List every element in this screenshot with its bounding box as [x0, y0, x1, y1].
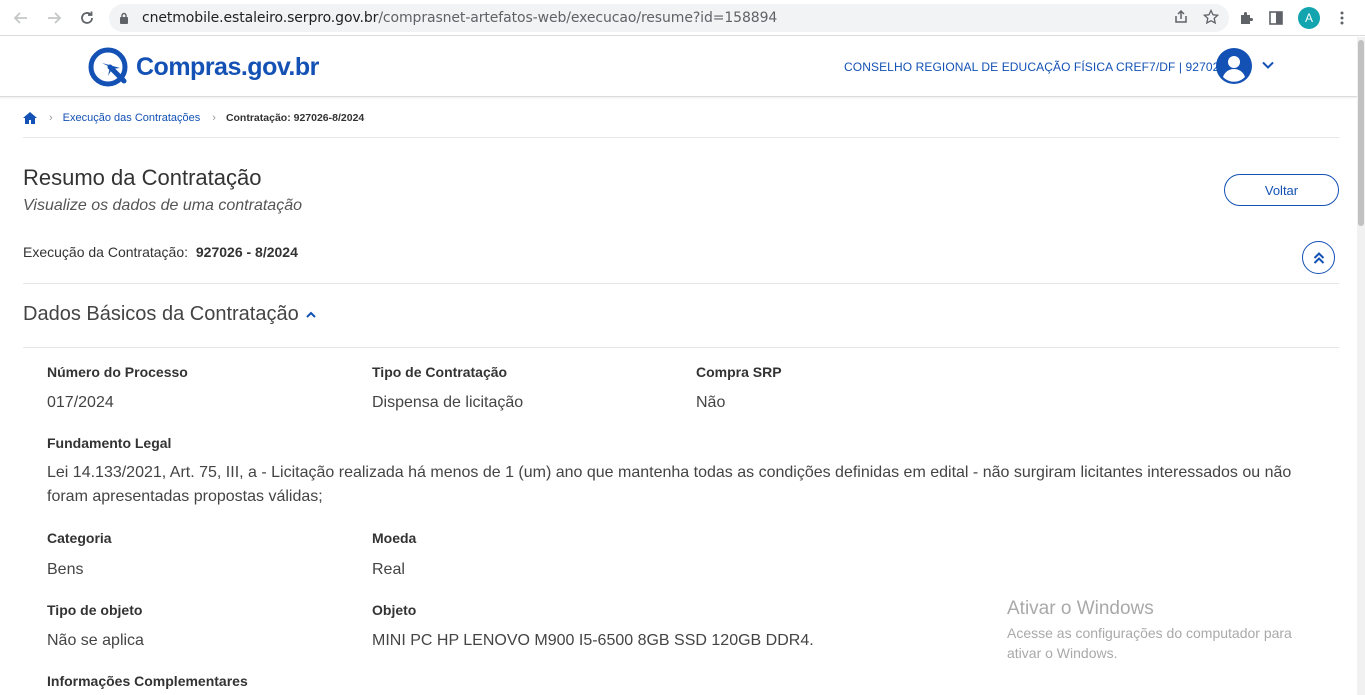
- page-subtitle: Visualize os dados de uma contratação: [23, 197, 302, 214]
- double-chevron-up-icon: [1313, 251, 1324, 264]
- forward-arrow-icon[interactable]: [39, 3, 69, 33]
- lock-icon: [120, 12, 128, 24]
- value-moeda: Real: [372, 561, 405, 578]
- extensions-icon[interactable]: [1238, 10, 1254, 26]
- user-avatar-icon[interactable]: [1216, 48, 1252, 84]
- chevron-right-icon: ›: [49, 112, 53, 124]
- section-title-dados-basicos[interactable]: Dados Básicos da Contratação: [23, 303, 316, 326]
- compras-logo-icon: [88, 47, 128, 87]
- section-title-text: Dados Básicos da Contratação: [23, 303, 299, 325]
- address-bar[interactable]: cnetmobile.estaleiro.serpro.gov.br/compr…: [109, 4, 1229, 32]
- breadcrumb-current: Contratação: 927026-8/2024: [225, 112, 365, 124]
- value-objeto: MINI PC HP LENOVO M900 I5-6500 8GB SSD 1…: [372, 632, 814, 649]
- label-fundamento-legal: Fundamento Legal: [47, 435, 172, 451]
- breadcrumb-link-execucao[interactable]: Execução das Contratações: [63, 112, 201, 124]
- share-icon[interactable]: [1173, 9, 1189, 25]
- execution-line: Execução da Contratação: 927026 - 8/2024: [23, 244, 298, 260]
- label-compra-srp: Compra SRP: [696, 364, 782, 380]
- collapse-all-button[interactable]: [1302, 241, 1335, 274]
- organization-name[interactable]: CONSELHO REGIONAL DE EDUCAÇÃO FÍSICA CRE…: [844, 60, 1226, 74]
- label-tipo-contratacao: Tipo de Contratação: [372, 364, 508, 380]
- divider: [23, 283, 1339, 284]
- value-tipo-contratacao: Dispensa de licitação: [372, 394, 524, 411]
- menu-dots-icon[interactable]: [1334, 10, 1350, 26]
- chevron-right-icon: ›: [212, 112, 216, 124]
- browser-toolbar: cnetmobile.estaleiro.serpro.gov.br/compr…: [0, 0, 1365, 36]
- windows-watermark-text: Acesse as configurações do computador pa…: [1007, 625, 1292, 661]
- label-informacoes-complementares: Informações Complementares: [47, 673, 248, 689]
- reload-icon[interactable]: [72, 3, 102, 33]
- divider: [23, 137, 1339, 138]
- label-numero-processo: Número do Processo: [47, 364, 188, 380]
- logo-text: Compras.gov.br: [136, 52, 319, 81]
- home-icon[interactable]: [23, 112, 37, 124]
- chevron-down-icon[interactable]: [1262, 61, 1274, 69]
- label-moeda: Moeda: [372, 530, 417, 546]
- bookmark-star-icon[interactable]: [1203, 9, 1219, 25]
- back-arrow-icon[interactable]: [6, 3, 36, 33]
- label-tipo-objeto: Tipo de objeto: [47, 602, 143, 618]
- page-title: Resumo da Contratação: [23, 165, 262, 190]
- scrollbar-thumb[interactable]: [1358, 40, 1364, 226]
- divider: [23, 347, 1339, 348]
- execution-label: Execução da Contratação:: [23, 244, 188, 260]
- value-categoria: Bens: [47, 561, 84, 578]
- chevron-up-icon[interactable]: [306, 311, 316, 318]
- profile-avatar[interactable]: A: [1298, 7, 1320, 29]
- label-categoria: Categoria: [47, 530, 112, 546]
- value-tipo-objeto: Não se aplica: [47, 632, 144, 649]
- url-text: cnetmobile.estaleiro.serpro.gov.br/compr…: [142, 10, 778, 26]
- breadcrumb: › Execução das Contratações › Contrataçã…: [23, 112, 364, 124]
- value-fundamento-legal: Lei 14.133/2021, Art. 75, III, a - Licit…: [47, 464, 1292, 505]
- side-panel-icon[interactable]: [1268, 10, 1284, 26]
- site-header: Compras.gov.br CONSELHO REGIONAL DE EDUC…: [0, 37, 1357, 97]
- back-button[interactable]: Voltar: [1224, 174, 1339, 206]
- compras-logo[interactable]: Compras.gov.br: [88, 45, 319, 89]
- label-objeto: Objeto: [372, 602, 417, 618]
- value-numero-processo: 017/2024: [47, 394, 114, 411]
- windows-watermark-title: Ativar o Windows: [1007, 598, 1154, 619]
- execution-value: 927026 - 8/2024: [195, 244, 298, 260]
- value-compra-srp: Não: [696, 394, 726, 411]
